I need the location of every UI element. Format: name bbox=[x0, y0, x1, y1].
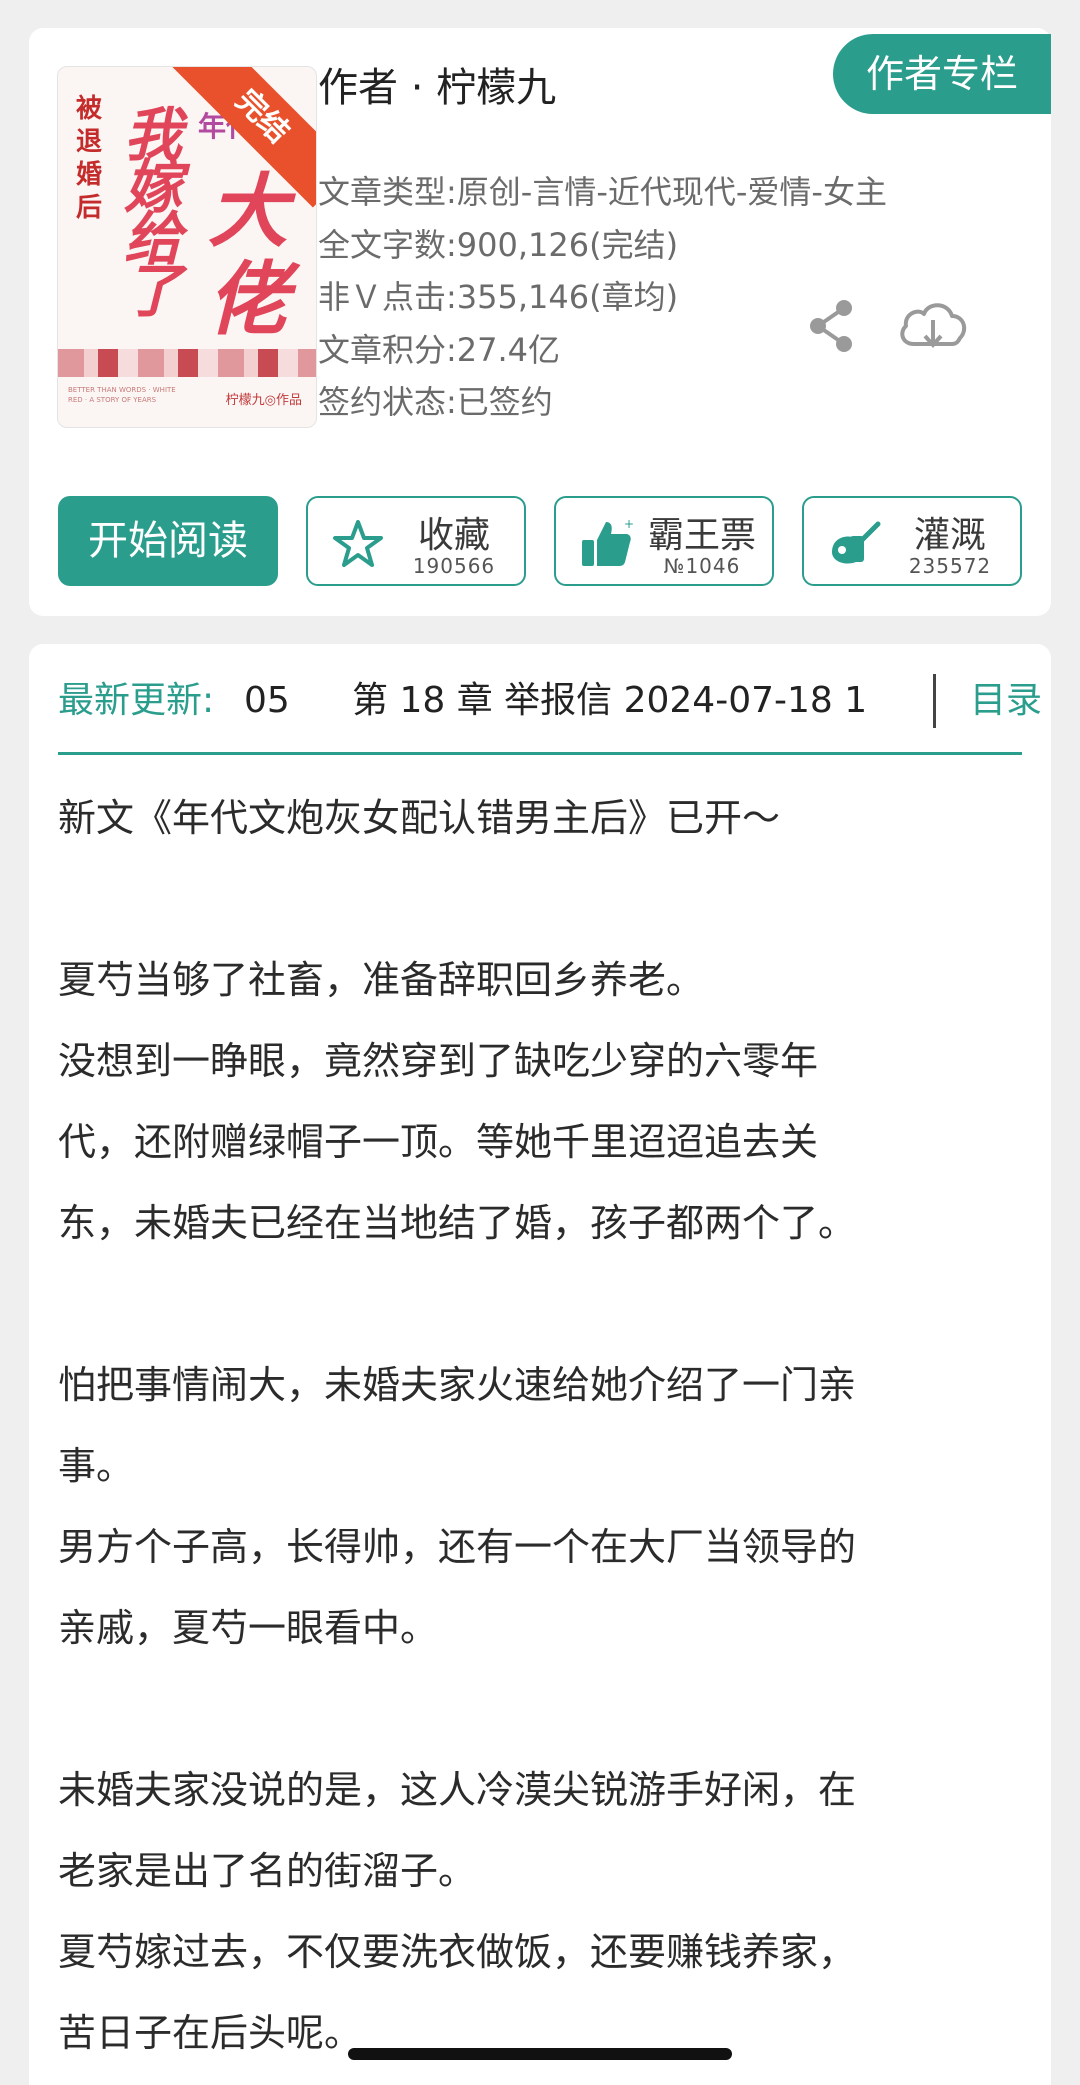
watering-can-icon bbox=[832, 521, 881, 564]
cover-author-mark: 柠檬九◎作品 bbox=[225, 393, 302, 408]
desc-line: 未婚夫家没说的是，这人冷漠尖锐游手好闲，在 bbox=[58, 1768, 857, 1812]
meta-sign-status: 签约状态:已签约 bbox=[318, 383, 553, 421]
cover-title-line2: 大佬 bbox=[208, 164, 288, 346]
desc-line: 没想到一睁眼，竟然穿到了缺吃少穿的六零年 bbox=[58, 1039, 819, 1083]
share-icon[interactable] bbox=[806, 298, 856, 354]
meta-genre: 文章类型:原创-言情-近代现代-爱情-女主 bbox=[318, 173, 887, 211]
latest-update-row[interactable]: 最新更新: 05 第 18 章 举报信 2024-07-18 1 目录 bbox=[58, 674, 1048, 728]
desc-line: 夏芍嫁过去，不仅要洗衣做饭，还要赚钱养家， bbox=[58, 1930, 857, 1974]
water-label: 灌溉 bbox=[913, 515, 986, 556]
thumbs-up-icon: + bbox=[582, 517, 634, 566]
svg-text:+: + bbox=[624, 517, 634, 531]
water-count: 235572 bbox=[908, 554, 992, 578]
home-indicator[interactable] bbox=[348, 2048, 732, 2060]
author-name[interactable]: 作者 · 柠檬九 bbox=[318, 55, 556, 113]
water-button[interactable]: 灌溉 235572 bbox=[802, 496, 1022, 586]
desc-blank bbox=[58, 1669, 1008, 1750]
desc-line: 代，还附赠绿帽子一顶。等她千里迢迢追去关 bbox=[58, 1120, 819, 1164]
book-cover[interactable]: 被退婚后 我嫁给了 年代文 大佬 完结 BETTER THAN WORDS · … bbox=[57, 66, 317, 428]
desc-line: 苦日子在后头呢。 bbox=[58, 2011, 363, 2055]
latest-update-label: 最新更新: bbox=[58, 680, 215, 721]
favorite-count: 190566 bbox=[412, 554, 496, 578]
book-meta: 文章类型:原创-言情-近代现代-爱情-女主 全文字数:900,126(完结) 非… bbox=[318, 166, 887, 429]
vote-rank: №1046 bbox=[663, 554, 741, 578]
meta-score: 文章积分:27.4亿 bbox=[318, 330, 561, 369]
divider bbox=[933, 674, 936, 728]
cover-decoration-stripe bbox=[58, 349, 316, 377]
favorite-button[interactable]: 收藏 190566 bbox=[306, 496, 526, 586]
desc-line: 亲戚，夏芍一眼看中。 bbox=[58, 1606, 439, 1650]
meta-clicks: 非Ｖ点击:355,146(章均) bbox=[318, 278, 679, 316]
favorite-label: 收藏 bbox=[417, 515, 490, 556]
desc-line: 男方个子高，长得帅，还有一个在大厂当领导的 bbox=[58, 1525, 857, 1569]
cover-title-line1: 我嫁给了 bbox=[124, 101, 183, 325]
cover-small-title: 被退婚后 bbox=[76, 94, 103, 223]
desc-blank bbox=[58, 1264, 1008, 1345]
cover-fine-print: BETTER THAN WORDS · WHITE RED · A STORY … bbox=[68, 386, 176, 404]
meta-word-count: 全文字数:900,126(完结) bbox=[318, 225, 679, 264]
desc-line: 怕把事情闹大，未婚夫家火速给她介绍了一门亲 bbox=[58, 1363, 857, 1407]
start-reading-button[interactable]: 开始阅读 bbox=[58, 496, 278, 586]
desc-line: 老家是出了名的街溜子。 bbox=[58, 1849, 477, 1893]
author-column-button[interactable]: 作者专栏 bbox=[833, 34, 1051, 114]
desc-line: 东，未婚夫已经在当地结了婚，孩子都两个了。 bbox=[58, 1201, 857, 1245]
latest-update-number: 05 bbox=[244, 680, 290, 721]
vote-label: 霸王票 bbox=[647, 515, 756, 556]
star-icon bbox=[333, 520, 383, 567]
desc-line: 夏芍当够了社畜，准备辞职回乡养老。 bbox=[58, 958, 705, 1002]
table-of-contents-link[interactable]: 目录 bbox=[970, 674, 1042, 728]
vote-button[interactable]: + 霸王票 №1046 bbox=[554, 496, 774, 586]
section-divider bbox=[58, 752, 1022, 755]
desc-blank bbox=[58, 859, 1008, 940]
desc-line: 事。 bbox=[58, 1444, 135, 1488]
latest-chapter-link[interactable]: 第 18 章 举报信 2024-07-18 1 bbox=[352, 674, 867, 728]
download-cloud-icon[interactable] bbox=[896, 294, 970, 358]
desc-line: 新文《年代文炮灰女配认错男主后》已开～ bbox=[58, 796, 781, 840]
book-description: 新文《年代文炮灰女配认错男主后》已开～ 夏芍当够了社畜，准备辞职回乡养老。 没想… bbox=[58, 778, 1008, 2074]
